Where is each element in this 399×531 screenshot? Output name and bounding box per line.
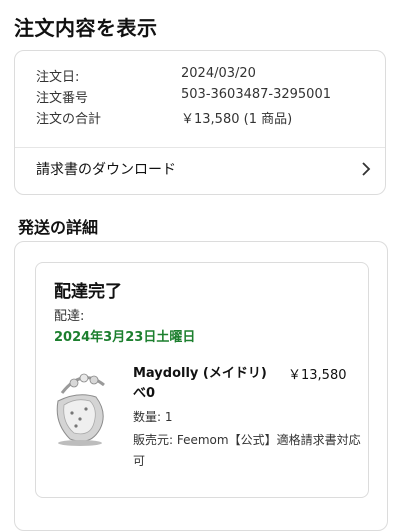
order-total-label: 注文の合計 [36, 112, 102, 127]
shipping-details-heading: 発送の詳細 [18, 218, 99, 237]
order-summary-card: 注文日: 2024/03/20 注文番号 503-3603487-3295001… [14, 50, 386, 195]
product-price: ￥13,580 [288, 368, 347, 383]
product-seller: 販売元: Feemom【公式】適格請求書対応可 [133, 433, 361, 468]
product-image[interactable] [50, 363, 114, 447]
order-total-value: ￥13,580 (1 商品) [181, 112, 293, 127]
shipment-card: 配達完了 配達: 2024年3月23日土曜日 Maydolly (メイドリ) べ… [35, 262, 369, 498]
delivery-status: 配達完了 [54, 282, 122, 302]
order-date-label: 注文日: [36, 70, 80, 85]
product-name-link[interactable]: Maydolly (メイドリ) べ0 [133, 364, 273, 404]
shipping-card: 配達完了 配達: 2024年3月23日土曜日 Maydolly (メイドリ) べ… [14, 241, 388, 531]
chevron-right-icon [361, 161, 371, 181]
page-title: 注文内容を表示 [14, 16, 158, 40]
order-date-value: 2024/03/20 [181, 66, 256, 81]
invoice-download-label: 請求書のダウンロード [36, 162, 176, 178]
invoice-download-link[interactable]: 請求書のダウンロード [15, 148, 385, 194]
delivery-label: 配達: [54, 309, 85, 324]
order-number-label: 注文番号 [36, 91, 89, 106]
delivery-date: 2024年3月23日土曜日 [54, 330, 196, 345]
product-quantity: 数量: 1 [133, 410, 173, 424]
order-number-value: 503-3603487-3295001 [181, 87, 331, 102]
